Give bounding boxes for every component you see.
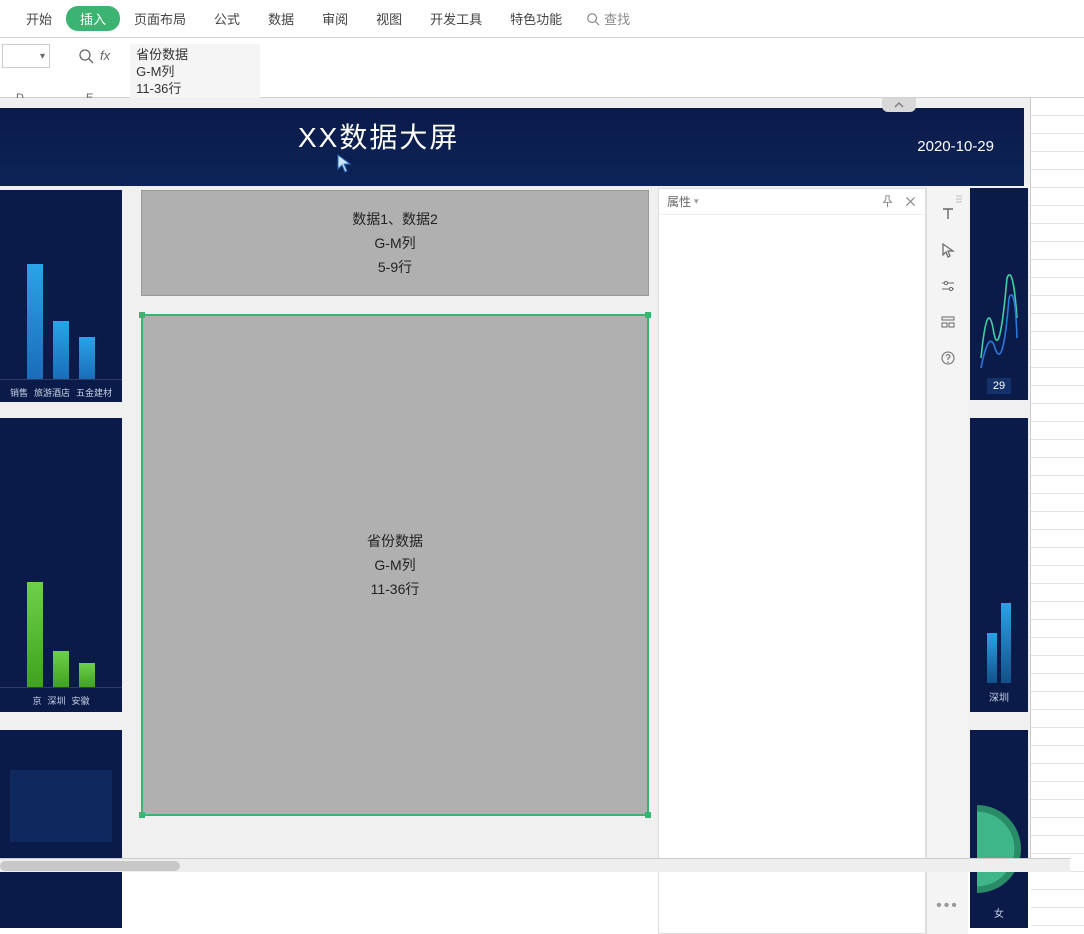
dashboard-date: 2020-10-29 [917, 138, 994, 155]
pin-icon[interactable] [881, 195, 894, 208]
ribbon-tab-data[interactable]: 数据 [254, 3, 308, 34]
formula-bar-row: ▾ fx 省份数据 G-M列 11-36行 [0, 38, 1084, 98]
bar-label: 销售 [10, 386, 28, 399]
formula-line-3: 11-36行 [136, 80, 254, 97]
left-chart-panel-3 [0, 730, 122, 928]
chevron-down-icon: ▾ [694, 196, 699, 207]
bar [987, 633, 997, 683]
settings-tool[interactable] [927, 268, 969, 304]
placeholder-main-selected[interactable]: 省份数据 G-M列 11-36行 [141, 314, 649, 816]
help-icon [940, 350, 956, 366]
selection-handle[interactable] [645, 312, 651, 318]
bar [27, 264, 43, 379]
placeholder-text: 11-36行 [371, 579, 420, 599]
properties-title-text: 属性 [667, 193, 691, 210]
properties-panel: 属性 ▾ [658, 188, 926, 934]
placeholder-text: G-M列 [374, 555, 415, 575]
bar [27, 582, 43, 687]
worksheet-grid[interactable]: XX数据大屏 2020-10-29 销售 旅游酒店 五金建材 京 深圳 安徽 [0, 98, 1084, 872]
ribbon-tab-start[interactable]: 开始 [12, 3, 66, 34]
bar [1001, 603, 1011, 683]
side-toolbar: ••• [926, 188, 968, 934]
ribbon-tab-formula[interactable]: 公式 [200, 3, 254, 34]
magnifier-icon[interactable] [78, 48, 94, 64]
bar [53, 651, 69, 687]
pointer-icon [940, 242, 956, 258]
formula-line-1: 省份数据 [136, 46, 254, 63]
chevron-down-icon: ▾ [40, 51, 45, 62]
ribbon-tab-special[interactable]: 特色功能 [496, 3, 576, 34]
placeholder-top[interactable]: 数据1、数据2 G-M列 5-9行 [141, 190, 649, 296]
bar-label: 深圳 [47, 694, 65, 707]
ribbon-tab-insert[interactable]: 插入 [66, 6, 120, 31]
chart-label: 深圳 [989, 689, 1009, 704]
scrollbar-thumb[interactable] [0, 861, 180, 871]
drag-handle-icon[interactable] [954, 194, 964, 206]
help-tool[interactable] [927, 340, 969, 376]
mini-bar-chart-right [987, 593, 1011, 683]
pie-slice-icon [977, 805, 1021, 893]
close-icon[interactable] [904, 195, 917, 208]
properties-title[interactable]: 属性 ▾ [667, 193, 699, 210]
placeholder-text: 数据1、数据2 [352, 209, 438, 229]
bar [53, 321, 69, 379]
cursor-icon [337, 154, 353, 174]
right-chart-panel-2: 深圳 [970, 418, 1028, 712]
left-chart-panel-1: 销售 旅游酒店 五金建材 [0, 190, 122, 402]
fx-label[interactable]: fx [100, 48, 110, 63]
bar-label: 安徽 [72, 694, 90, 707]
grid-rows-right [1030, 98, 1084, 872]
layout-icon [940, 314, 956, 330]
search-label: 查找 [604, 9, 630, 28]
right-chart-panel-1: 29 [970, 188, 1028, 400]
search-icon [586, 12, 600, 26]
line-chart-icon [979, 258, 1019, 378]
mini-bar-chart-1 [0, 250, 122, 380]
search-box[interactable]: 查找 [586, 9, 630, 28]
chevron-up-icon [894, 102, 904, 108]
dashboard-title: XX数据大屏 [298, 116, 459, 156]
ribbon-tab-page-layout[interactable]: 页面布局 [120, 3, 200, 34]
bar [79, 337, 95, 379]
ribbon-tab-view[interactable]: 视图 [362, 3, 416, 34]
name-box[interactable]: ▾ [2, 44, 50, 68]
placeholder-text: 5-9行 [378, 257, 412, 277]
right-chart-panel-3: 女 [970, 730, 1028, 928]
formula-content[interactable]: 省份数据 G-M列 11-36行 [130, 44, 260, 99]
ribbon: 开始 插入 页面布局 公式 数据 审阅 视图 开发工具 特色功能 查找 [0, 0, 1084, 38]
collapse-ribbon-tab[interactable] [882, 98, 916, 112]
horizontal-scrollbar[interactable] [0, 858, 1070, 872]
bar-label: 京 [32, 694, 41, 707]
layout-tool[interactable] [927, 304, 969, 340]
text-icon [940, 206, 956, 222]
formula-line-2: G-M列 [136, 63, 254, 80]
bar-label: 五金建材 [76, 386, 112, 399]
value-badge: 29 [987, 378, 1011, 394]
chart-label: 女 [994, 905, 1004, 920]
dashboard-header: XX数据大屏 2020-10-29 [0, 108, 1024, 186]
more-menu[interactable]: ••• [927, 888, 969, 924]
selection-handle[interactable] [645, 812, 651, 818]
left-chart-panel-2: 京 深圳 安徽 [0, 418, 122, 712]
bar-label: 旅游酒店 [34, 386, 70, 399]
placeholder-text: G-M列 [374, 233, 415, 253]
ribbon-tab-developer[interactable]: 开发工具 [416, 3, 496, 34]
mini-bar-chart-2 [0, 558, 122, 688]
bar [79, 663, 95, 687]
ribbon-tab-review[interactable]: 审阅 [308, 3, 362, 34]
selection-handle[interactable] [139, 812, 145, 818]
sliders-icon [940, 278, 956, 294]
selection-handle[interactable] [139, 312, 145, 318]
select-tool[interactable] [927, 232, 969, 268]
placeholder-text: 省份数据 [367, 531, 423, 551]
